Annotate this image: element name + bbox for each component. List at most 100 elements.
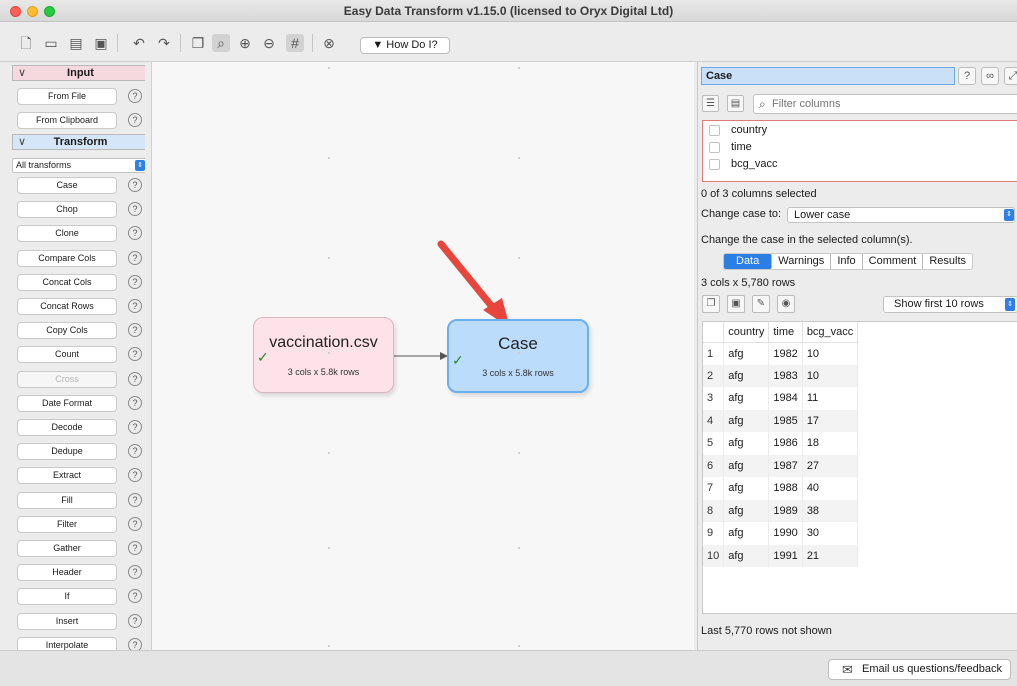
table-row[interactable]: 9 afg 1990 30 <box>703 522 859 545</box>
transform-item-insert[interactable]: Insert <box>17 612 117 630</box>
input-item-from-clipboard[interactable]: From Clipboard <box>17 112 117 129</box>
table-cell[interactable]: 27 <box>802 454 859 477</box>
how-do-i-button[interactable]: ▼ How Do I? <box>360 37 450 54</box>
table-cell[interactable]: afg <box>723 454 770 477</box>
table-cell[interactable]: afg <box>723 364 770 387</box>
help-icon[interactable]: ? <box>128 113 142 127</box>
transform-item-decode[interactable]: Decode <box>17 419 117 436</box>
open-recent-icon[interactable]: ▤ <box>67 34 85 52</box>
help-icon[interactable]: ? <box>128 613 142 628</box>
transform-section-header[interactable]: ∨ Transform <box>12 134 145 150</box>
help-icon[interactable]: ? <box>128 250 142 265</box>
transform-filter-select[interactable]: All transforms ⇕ <box>12 158 145 173</box>
transform-item-concat-rows[interactable]: Concat Rows <box>17 298 117 315</box>
new-file-icon[interactable]: 🗋 <box>17 34 35 52</box>
filter-columns-input[interactable] <box>772 97 1012 111</box>
table-row[interactable]: 7 afg 1988 40 <box>703 477 859 500</box>
help-icon[interactable]: ? <box>128 395 142 410</box>
table-cell[interactable]: 10 <box>802 342 859 365</box>
help-icon[interactable]: ? <box>128 492 142 507</box>
tab-results[interactable]: Results <box>923 254 972 269</box>
transform-item-count[interactable]: Count <box>17 346 117 364</box>
help-icon[interactable]: ? <box>128 299 142 313</box>
table-cell[interactable]: afg <box>723 387 770 410</box>
table-row[interactable]: 10 afg 1991 21 <box>703 544 859 567</box>
deselect-all-icon[interactable]: ▤ <box>727 95 744 112</box>
help-icon[interactable]: ? <box>128 371 142 386</box>
transform-item-dedupe[interactable]: Dedupe <box>17 443 117 461</box>
help-icon[interactable]: ? <box>128 541 142 555</box>
open-folder-icon[interactable]: ▭ <box>42 34 60 52</box>
tab-warnings[interactable]: Warnings <box>772 254 832 269</box>
transform-item-extract[interactable]: Extract <box>17 467 117 485</box>
table-cell[interactable]: 18 <box>802 432 859 455</box>
transform-item-filter[interactable]: Filter <box>17 515 117 533</box>
help-icon[interactable]: ? <box>128 178 142 192</box>
help-icon[interactable]: ? <box>128 226 142 241</box>
paste-icon[interactable]: ▣ <box>727 295 745 313</box>
transform-item-gather[interactable]: Gather <box>17 540 117 557</box>
table-cell[interactable]: 1982 <box>768 342 803 365</box>
table-cell[interactable]: 1985 <box>768 409 803 432</box>
help-icon[interactable]: ? <box>128 89 142 103</box>
workflow-canvas[interactable]: vaccination.csv ✓ 3 cols x 5.8k rows Cas… <box>151 62 694 650</box>
grid-icon[interactable]: # <box>286 34 304 52</box>
transform-item-header[interactable]: Header <box>17 564 117 582</box>
transform-item-cross[interactable]: Cross <box>17 370 117 388</box>
table-row[interactable]: 3 afg 1984 11 <box>703 387 859 410</box>
link-icon[interactable]: ∞ <box>981 67 999 85</box>
table-cell[interactable]: 11 <box>802 387 859 410</box>
edit-icon[interactable]: ✎ <box>752 295 770 313</box>
table-row[interactable]: 4 afg 1985 17 <box>703 409 859 432</box>
column-header[interactable]: country <box>723 322 770 343</box>
select-all-icon[interactable]: ☰ <box>702 95 719 112</box>
table-cell[interactable]: 1983 <box>768 364 803 387</box>
case-node[interactable]: Case ✓ 3 cols x 5.8k rows <box>447 319 589 393</box>
help-icon[interactable]: ? <box>128 516 142 531</box>
input-node-vaccination[interactable]: vaccination.csv ✓ 3 cols x 5.8k rows <box>253 317 394 393</box>
help-icon[interactable]: ? <box>128 589 142 604</box>
column-checkbox[interactable] <box>709 125 720 136</box>
transform-name-field[interactable]: Case <box>701 67 955 85</box>
transform-item-fill[interactable]: Fill <box>17 491 117 509</box>
help-icon[interactable]: ? <box>128 444 142 459</box>
save-icon[interactable]: ▣ <box>92 34 110 52</box>
redo-icon[interactable]: ↷ <box>155 34 173 52</box>
tab-data[interactable]: Data <box>724 254 773 269</box>
table-row[interactable]: 6 afg 1987 27 <box>703 454 859 477</box>
table-row[interactable]: 8 afg 1989 38 <box>703 499 859 522</box>
transform-item-copy-cols[interactable]: Copy Cols <box>17 322 117 340</box>
table-cell[interactable]: 21 <box>802 544 859 567</box>
help-icon[interactable]: ? <box>128 347 142 362</box>
table-cell[interactable]: 1986 <box>768 432 803 455</box>
zoom-out-icon[interactable]: ⊖ <box>260 34 278 52</box>
show-rows-select[interactable]: Show first 10 rows ⇕ <box>883 296 1017 313</box>
table-cell[interactable]: afg <box>723 499 770 522</box>
column-header[interactable]: bcg_vacc <box>802 322 859 343</box>
table-cell[interactable]: afg <box>723 522 770 545</box>
table-cell[interactable]: 1988 <box>768 477 803 500</box>
table-cell[interactable]: 1984 <box>768 387 803 410</box>
table-row[interactable]: 2 afg 1983 10 <box>703 364 859 387</box>
column-header[interactable]: time <box>768 322 803 343</box>
table-row[interactable]: 1 afg 1982 10 <box>703 342 859 365</box>
tab-comment[interactable]: Comment <box>863 254 924 269</box>
table-cell[interactable]: afg <box>723 432 770 455</box>
copy-table-icon[interactable]: ❐ <box>702 295 720 313</box>
copy-icon[interactable]: ❐ <box>189 34 207 52</box>
eye-icon[interactable]: ◉ <box>777 295 795 313</box>
table-cell[interactable]: 1990 <box>768 522 803 545</box>
input-item-from-file[interactable]: From File <box>17 88 117 105</box>
column-checkbox[interactable] <box>709 142 720 153</box>
transform-item-compare-cols[interactable]: Compare Cols <box>17 249 117 267</box>
help-icon[interactable]: ? <box>128 274 142 289</box>
table-cell[interactable]: afg <box>723 342 770 365</box>
help-icon[interactable]: ? <box>128 202 142 217</box>
transform-item-date-format[interactable]: Date Format <box>17 394 117 412</box>
transform-item-if[interactable]: If <box>17 588 117 606</box>
table-cell[interactable]: 1989 <box>768 499 803 522</box>
table-cell[interactable]: afg <box>723 409 770 432</box>
transform-item-chop[interactable]: Chop <box>17 201 117 219</box>
table-cell[interactable]: 40 <box>802 477 859 500</box>
email-feedback-button[interactable]: ✉ Email us questions/feedback <box>828 659 1011 680</box>
